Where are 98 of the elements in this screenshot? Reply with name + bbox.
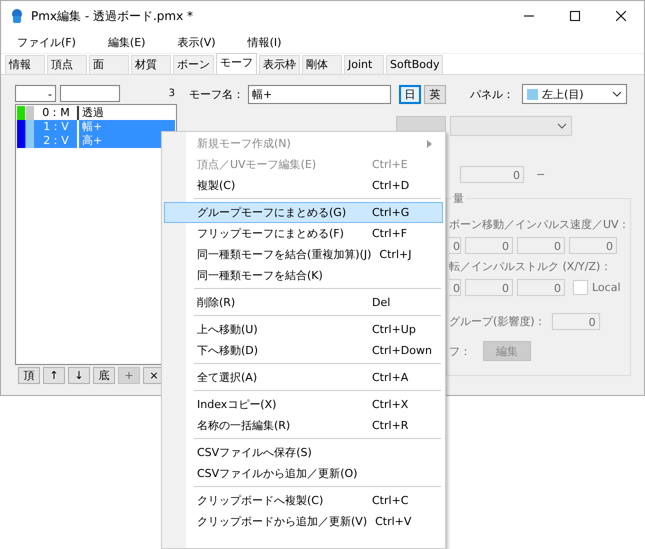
menu-item[interactable]: 削除(R) Del [164,292,443,313]
menu-item[interactable]: 編集(E) [100,34,154,50]
tab[interactable]: 頂点 [47,55,87,74]
tab[interactable]: 剛体 [302,55,342,74]
window-title: Pmx編集 - 透過ボード.pmx * [31,8,194,24]
menu-item[interactable]: 全て選択(A) Ctrl+A [164,367,443,388]
tab[interactable]: 面 [89,55,129,74]
name-label: モーフ名： [189,86,244,102]
tab[interactable]: 表示枠 [259,55,300,74]
shortcut-label: Ctrl+V [375,514,412,529]
chevron-down-icon[interactable] [557,123,567,129]
menu-item[interactable]: CSVファイルへ保存(S) [164,442,443,463]
tab[interactable]: SoftBody [386,55,444,74]
shortcut-label: Ctrl+J [379,247,412,262]
menu-item-label: 下へ移動(D) [197,343,260,358]
number-field: 0 [569,236,617,254]
panel-value: 左上(目) [542,86,584,102]
filter-field[interactable]: - [15,84,56,102]
menu-item[interactable]: クリップボードへ複製(C) Ctrl+C [164,490,443,511]
menu-item[interactable]: 下へ移動(D) Ctrl+Down [164,340,443,361]
language-button[interactable]: 日 [399,84,421,104]
menu-item-label: 名称の一括編集(R) [197,418,292,433]
search-field[interactable] [60,84,120,102]
menu-item-label: グループモーフにまとめる(G) [197,205,348,220]
morph-name-field[interactable]: 幅+ [248,84,391,104]
menu-item[interactable]: CSVファイルから追加／更新(O) [164,463,443,484]
menu-item-label: 頂点／UVモーフ編集(E) [197,157,318,172]
shortcut-label: Del [372,295,392,310]
language-button[interactable]: 英 [424,84,446,104]
morph-name: 高+ [81,134,104,148]
menu-item-label: Indexコピー(X) [197,397,278,412]
morph-name: 幅+ [81,120,104,134]
menu-item[interactable]: クリップボードから追加／更新(V) Ctrl+V [164,511,443,532]
menu-item[interactable]: グループモーフにまとめる(G) Ctrl+G [164,202,443,223]
menu-item-label: CSVファイルから追加／更新(O) [197,466,358,481]
menu-item[interactable]: 上へ移動(U) Ctrl+Up [164,319,443,340]
number-field: 0 [465,278,513,296]
menu-item-label: 上へ移動(U) [197,322,259,337]
checkbox[interactable] [573,280,588,294]
menu-item-label: 同一種類モーフを結合(K) [197,268,324,283]
menu-item[interactable]: ファイル(F) [9,34,84,50]
menu-item[interactable]: 情報(I) [240,34,290,50]
menu-item-label: CSVファイルへ保存(S) [197,445,313,460]
menu-item-label: クリップボードから追加／更新(V) [197,514,368,529]
shortcut-label: Ctrl+F [372,226,408,241]
menu-item[interactable]: 同一種類モーフを結合(K) [164,265,443,286]
list-button[interactable]: ↑ [43,367,65,384]
shortcut-label: Ctrl+X [372,397,410,412]
number-field: 0 [552,312,600,330]
tab[interactable]: 情報 [5,55,45,74]
morph-name: 透過 [81,106,105,120]
tab[interactable]: Joint [344,55,384,74]
number-field: 0 [517,278,565,296]
menu-item[interactable]: フリップモーフにまとめる(F) Ctrl+F [164,223,443,244]
menu-item[interactable]: 表示(V) [169,34,224,50]
list-button[interactable]: 底 [93,367,115,384]
list-button[interactable]: 頂 [18,367,40,384]
menu-item-label: 複製(C) [197,178,236,193]
shortcut-label: Ctrl+Down [372,343,433,358]
chevron-down-icon[interactable] [612,91,622,97]
panel-dropdown[interactable]: 左上(目) [522,84,627,104]
menu-item-label: 新規モーフ作成(N) [197,136,292,151]
tab[interactable]: 材質 [131,55,171,74]
number-field: 0 [449,278,461,296]
number-field: 0 [517,236,565,254]
group-label: 量 [451,191,466,206]
edit-label: フ： [449,344,471,358]
number-field: 0 [465,236,513,254]
shortcut-label: Ctrl+C [372,493,410,508]
menu-item-label: 同一種類モーフを結合(重複加算)(J) [197,247,372,262]
shortcut-label: Ctrl+G [372,205,410,220]
menu-item[interactable]: 名称の一括編集(R) Ctrl+R [164,415,443,436]
shortcut-label: Ctrl+D [372,178,410,193]
morph-count: 3 [168,88,175,98]
move-label: ボーン移動／インパルス速度／UV： [449,217,630,233]
menu-item[interactable]: Indexコピー(X) Ctrl+X [164,394,443,415]
shortcut-label: Ctrl+Up [372,322,417,337]
menu-item-label: クリップボードへ複製(C) [197,493,324,508]
menu-item[interactable]: 複製(C) Ctrl+D [164,175,443,196]
shortcut-label: Ctrl+A [372,370,410,385]
group-weight-label: グループ(影響度)： [449,314,546,328]
app-logo-icon [9,8,25,24]
menu-item-label: フリップモーフにまとめる(F) [197,226,345,241]
rotate-label: 転／インパルストルク (X/Y/Z)： [449,259,612,275]
checkbox-label: Local [592,280,621,294]
value-field: 0 [460,166,524,182]
menu-item-label: 全て選択(A) [197,370,258,385]
menu-item[interactable]: 同一種類モーフを結合(重複加算)(J) Ctrl+J [164,244,443,265]
number-field: 0 [449,236,461,254]
shortcut-label: Ctrl+E [372,157,409,172]
list-button[interactable]: ↓ [68,367,90,384]
panel-label: パネル： [470,86,514,102]
shortcut-label: Ctrl+R [372,418,410,433]
morph-index: 2：V [35,134,79,148]
menu-item-label: 削除(R) [197,295,236,310]
tab[interactable]: モーフ [216,53,257,74]
tab[interactable]: ボーン [173,55,214,74]
value-suffix: − [536,168,546,180]
